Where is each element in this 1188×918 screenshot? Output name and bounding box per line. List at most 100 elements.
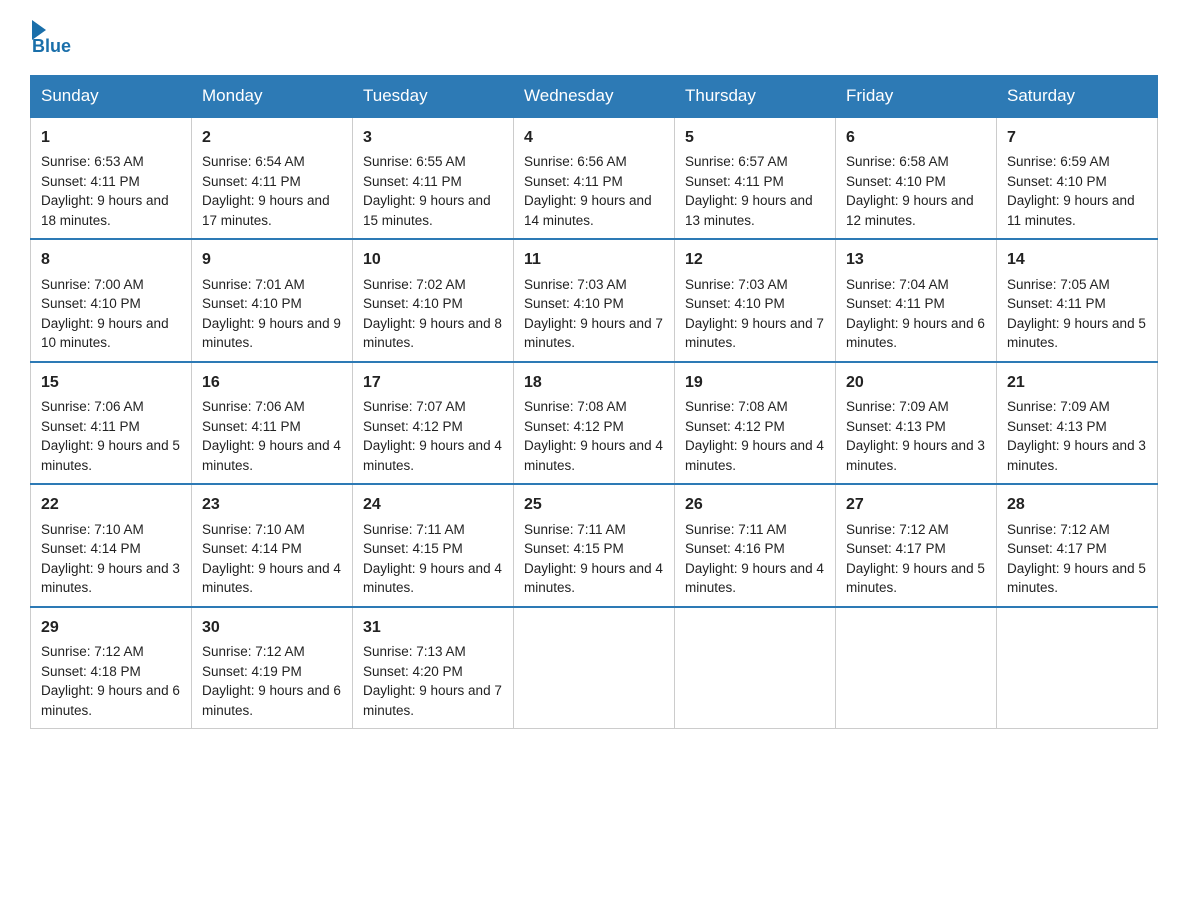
sunset-label: Sunset: 4:20 PM [363, 664, 463, 679]
sunset-label: Sunset: 4:19 PM [202, 664, 302, 679]
calendar-cell [675, 607, 836, 729]
sunrise-label: Sunrise: 7:03 AM [685, 277, 788, 292]
day-header-tuesday: Tuesday [353, 76, 514, 118]
calendar-cell: 29Sunrise: 7:12 AMSunset: 4:18 PMDayligh… [31, 607, 192, 729]
day-number: 22 [41, 493, 181, 516]
sunrise-label: Sunrise: 7:06 AM [41, 399, 144, 414]
daylight-label: Daylight: 9 hours and 11 minutes. [1007, 193, 1135, 228]
day-header-wednesday: Wednesday [514, 76, 675, 118]
sunset-label: Sunset: 4:10 PM [685, 296, 785, 311]
sunset-label: Sunset: 4:12 PM [524, 419, 624, 434]
sunset-label: Sunset: 4:10 PM [1007, 174, 1107, 189]
sunrise-label: Sunrise: 6:57 AM [685, 154, 788, 169]
sunset-label: Sunset: 4:11 PM [41, 174, 140, 189]
day-number: 5 [685, 126, 825, 149]
sunset-label: Sunset: 4:10 PM [41, 296, 141, 311]
calendar-cell: 3Sunrise: 6:55 AMSunset: 4:11 PMDaylight… [353, 117, 514, 239]
day-number: 15 [41, 371, 181, 394]
day-header-thursday: Thursday [675, 76, 836, 118]
calendar-cell: 5Sunrise: 6:57 AMSunset: 4:11 PMDaylight… [675, 117, 836, 239]
daylight-label: Daylight: 9 hours and 15 minutes. [363, 193, 491, 228]
calendar-week-row: 29Sunrise: 7:12 AMSunset: 4:18 PMDayligh… [31, 607, 1158, 729]
daylight-label: Daylight: 9 hours and 10 minutes. [41, 316, 169, 351]
sunrise-label: Sunrise: 7:08 AM [685, 399, 788, 414]
sunrise-label: Sunrise: 7:05 AM [1007, 277, 1110, 292]
day-number: 24 [363, 493, 503, 516]
day-number: 10 [363, 248, 503, 271]
sunset-label: Sunset: 4:17 PM [1007, 541, 1107, 556]
sunset-label: Sunset: 4:15 PM [363, 541, 463, 556]
day-number: 25 [524, 493, 664, 516]
calendar-cell: 19Sunrise: 7:08 AMSunset: 4:12 PMDayligh… [675, 362, 836, 484]
calendar-cell: 17Sunrise: 7:07 AMSunset: 4:12 PMDayligh… [353, 362, 514, 484]
calendar-week-row: 1 Sunrise: 6:53 AM Sunset: 4:11 PM Daylight… [31, 117, 1158, 239]
calendar-cell: 31Sunrise: 7:13 AMSunset: 4:20 PMDayligh… [353, 607, 514, 729]
day-header-saturday: Saturday [997, 76, 1158, 118]
sunrise-label: Sunrise: 7:12 AM [41, 644, 144, 659]
daylight-label: Daylight: 9 hours and 4 minutes. [685, 561, 824, 596]
sunrise-label: Sunrise: 7:02 AM [363, 277, 466, 292]
daylight-label: Daylight: 9 hours and 7 minutes. [685, 316, 824, 351]
sunrise-label: Sunrise: 7:10 AM [41, 522, 144, 537]
sunrise-label: Sunrise: 7:09 AM [1007, 399, 1110, 414]
calendar-cell: 12Sunrise: 7:03 AMSunset: 4:10 PMDayligh… [675, 239, 836, 361]
calendar-cell: 8Sunrise: 7:00 AMSunset: 4:10 PMDaylight… [31, 239, 192, 361]
sunrise-label: Sunrise: 7:12 AM [1007, 522, 1110, 537]
sunrise-label: Sunrise: 7:01 AM [202, 277, 305, 292]
sunset-label: Sunset: 4:10 PM [363, 296, 463, 311]
logo-subtitle: Blue [32, 36, 71, 57]
sunrise-label: Sunrise: 7:07 AM [363, 399, 466, 414]
sunset-label: Sunset: 4:12 PM [363, 419, 463, 434]
calendar-cell: 24Sunrise: 7:11 AMSunset: 4:15 PMDayligh… [353, 484, 514, 606]
calendar-cell: 20Sunrise: 7:09 AMSunset: 4:13 PMDayligh… [836, 362, 997, 484]
sunrise-label: Sunrise: 7:11 AM [524, 522, 626, 537]
calendar-cell: 6Sunrise: 6:58 AMSunset: 4:10 PMDaylight… [836, 117, 997, 239]
daylight-label: Daylight: 9 hours and 4 minutes. [363, 438, 502, 473]
day-number: 30 [202, 616, 342, 639]
day-number: 1 [41, 126, 181, 149]
day-number: 2 [202, 126, 342, 149]
daylight-label: Daylight: 9 hours and 4 minutes. [202, 438, 341, 473]
sunset-label: Sunset: 4:11 PM [846, 296, 945, 311]
calendar-header-row: SundayMondayTuesdayWednesdayThursdayFrid… [31, 76, 1158, 118]
calendar-cell: 27Sunrise: 7:12 AMSunset: 4:17 PMDayligh… [836, 484, 997, 606]
day-number: 4 [524, 126, 664, 149]
calendar-cell [997, 607, 1158, 729]
day-number: 31 [363, 616, 503, 639]
daylight-label: Daylight: 9 hours and 4 minutes. [363, 561, 502, 596]
sunset-label: Sunset: 4:17 PM [846, 541, 946, 556]
sunset-label: Sunset: 4:11 PM [363, 174, 462, 189]
daylight-label: Daylight: 9 hours and 17 minutes. [202, 193, 330, 228]
calendar-cell: 14Sunrise: 7:05 AMSunset: 4:11 PMDayligh… [997, 239, 1158, 361]
calendar-cell [836, 607, 997, 729]
daylight-label: Daylight: 9 hours and 6 minutes. [202, 683, 341, 718]
calendar-cell: 28Sunrise: 7:12 AMSunset: 4:17 PMDayligh… [997, 484, 1158, 606]
sunrise-label: Sunrise: 6:53 AM [41, 154, 144, 169]
day-header-friday: Friday [836, 76, 997, 118]
daylight-label: Daylight: 9 hours and 6 minutes. [846, 316, 985, 351]
sunset-label: Sunset: 4:10 PM [202, 296, 302, 311]
sunrise-label: Sunrise: 6:56 AM [524, 154, 627, 169]
sunset-label: Sunset: 4:15 PM [524, 541, 624, 556]
day-header-monday: Monday [192, 76, 353, 118]
sunrise-label: Sunrise: 7:00 AM [41, 277, 144, 292]
daylight-label: Daylight: 9 hours and 13 minutes. [685, 193, 813, 228]
day-number: 13 [846, 248, 986, 271]
sunset-label: Sunset: 4:11 PM [202, 419, 301, 434]
calendar-table: SundayMondayTuesdayWednesdayThursdayFrid… [30, 75, 1158, 729]
daylight-label: Daylight: 9 hours and 9 minutes. [202, 316, 341, 351]
sunrise-label: Sunrise: 7:06 AM [202, 399, 305, 414]
sunset-label: Sunset: 4:13 PM [846, 419, 946, 434]
daylight-label: Daylight: 9 hours and 12 minutes. [846, 193, 974, 228]
day-number: 16 [202, 371, 342, 394]
day-number: 14 [1007, 248, 1147, 271]
day-number: 23 [202, 493, 342, 516]
day-number: 3 [363, 126, 503, 149]
calendar-cell: 2Sunrise: 6:54 AMSunset: 4:11 PMDaylight… [192, 117, 353, 239]
calendar-cell: 30Sunrise: 7:12 AMSunset: 4:19 PMDayligh… [192, 607, 353, 729]
day-number: 11 [524, 248, 664, 271]
calendar-week-row: 22Sunrise: 7:10 AMSunset: 4:14 PMDayligh… [31, 484, 1158, 606]
sunset-label: Sunset: 4:10 PM [846, 174, 946, 189]
day-header-sunday: Sunday [31, 76, 192, 118]
day-number: 29 [41, 616, 181, 639]
